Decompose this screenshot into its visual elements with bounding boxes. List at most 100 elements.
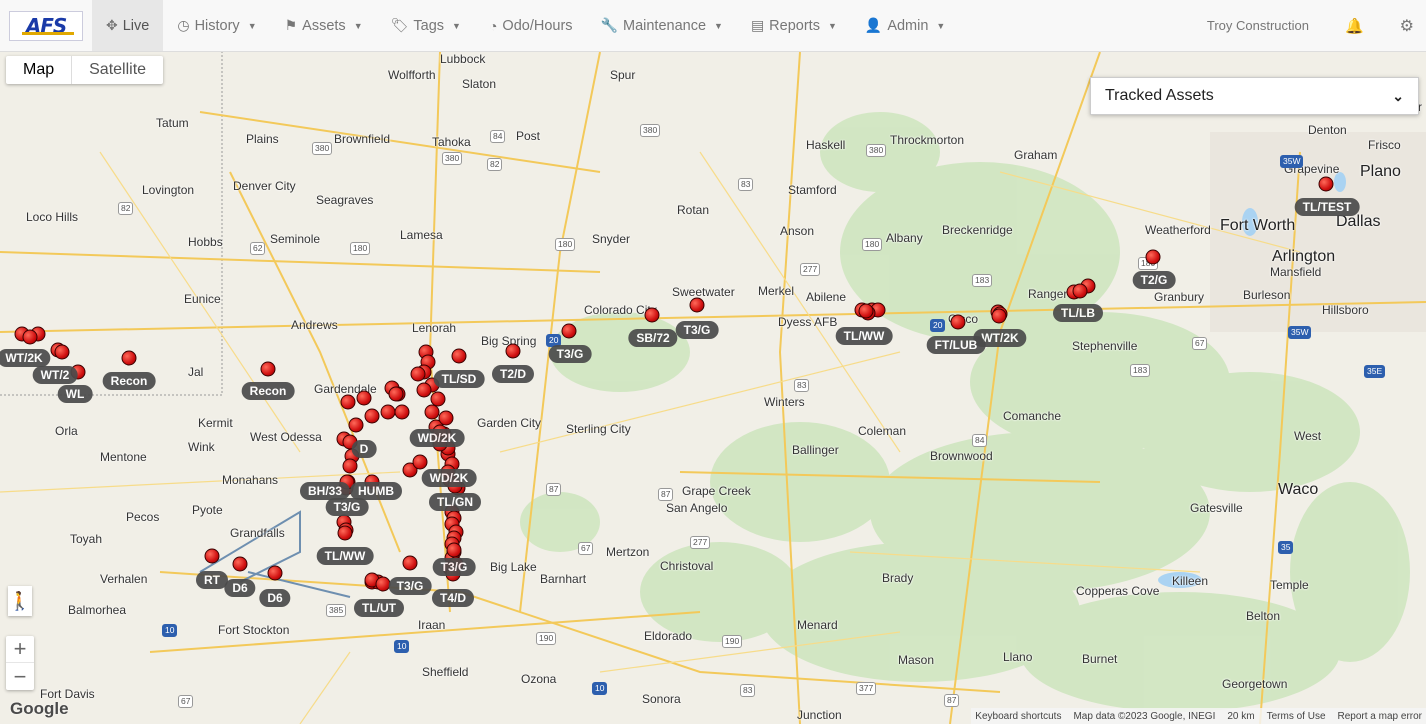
place-label: Eunice: [184, 292, 221, 306]
nav-reports[interactable]: ▤ Reports ▼: [737, 0, 851, 51]
asset-label[interactable]: T3/G: [675, 321, 719, 339]
asset-label[interactable]: WL: [57, 385, 93, 403]
asset-label[interactable]: WT/2: [32, 366, 78, 384]
report-error-link[interactable]: Report a map error: [1338, 711, 1422, 722]
asset-label[interactable]: WD/2K: [409, 429, 465, 447]
place-label: Stephenville: [1072, 339, 1138, 353]
asset-label[interactable]: TL/TEST: [1294, 198, 1360, 216]
asset-marker[interactable]: [424, 404, 440, 420]
highway-shield: 10: [592, 682, 608, 695]
place-label: Loco Hills: [26, 210, 79, 224]
asset-label[interactable]: TL/LB: [1053, 304, 1103, 322]
asset-marker[interactable]: [380, 404, 396, 420]
asset-marker[interactable]: [204, 548, 220, 564]
highway-shield: 67: [578, 542, 594, 555]
asset-label[interactable]: SB/72: [628, 329, 678, 347]
asset-marker[interactable]: [950, 314, 966, 330]
highway-shield: 183: [972, 274, 993, 287]
asset-label[interactable]: FT/LUB: [926, 336, 986, 354]
zoom-out-button[interactable]: −: [6, 663, 34, 690]
asset-label[interactable]: T3/G: [325, 498, 369, 516]
map-type-map[interactable]: Map: [6, 56, 73, 84]
asset-marker[interactable]: [451, 348, 467, 364]
asset-marker[interactable]: [412, 454, 428, 470]
nav-live[interactable]: ✥ Live: [92, 0, 164, 51]
asset-label[interactable]: D: [351, 440, 377, 458]
highway-shield: 82: [118, 202, 134, 215]
asset-marker[interactable]: [446, 542, 462, 558]
gear-icon[interactable]: ⚙: [1378, 16, 1426, 36]
tracked-assets-dropdown[interactable]: Tracked Assets ⌄: [1090, 77, 1419, 115]
place-label: Seminole: [270, 232, 321, 246]
asset-marker[interactable]: [1145, 249, 1161, 265]
highway-shield: 380: [866, 144, 887, 157]
zoom-in-button[interactable]: +: [6, 636, 34, 663]
asset-marker[interactable]: [342, 458, 358, 474]
asset-marker[interactable]: [340, 394, 356, 410]
nav-maintenance[interactable]: 🔧 Maintenance ▼: [587, 0, 737, 51]
asset-label[interactable]: T3/G: [388, 577, 432, 595]
nav-odo-hours[interactable]: ◔ Odo/Hours: [475, 0, 587, 51]
asset-marker[interactable]: [991, 308, 1007, 324]
asset-label[interactable]: TL/UT: [354, 599, 404, 617]
asset-label[interactable]: T2/G: [1132, 271, 1176, 289]
asset-marker[interactable]: [402, 555, 418, 571]
asset-label[interactable]: T3/G: [432, 558, 476, 576]
asset-marker[interactable]: [260, 361, 276, 377]
asset-marker[interactable]: [1072, 283, 1088, 299]
asset-label[interactable]: T4/D: [431, 589, 475, 607]
asset-label[interactable]: WD/2K: [421, 469, 477, 487]
asset-marker[interactable]: [364, 408, 380, 424]
asset-label[interactable]: T3/G: [548, 345, 592, 363]
asset-marker[interactable]: [388, 386, 404, 402]
map-canvas[interactable]: Lubbock Wolfforth Slaton Spur Tatum Plains Bro…: [0, 52, 1426, 724]
keyboard-shortcuts-link[interactable]: Keyboard shortcuts: [975, 711, 1061, 722]
map-type-satellite[interactable]: Satellite: [72, 56, 163, 84]
nav-history[interactable]: ◷ History ▼: [163, 0, 270, 51]
highway-shield: 83: [738, 178, 754, 191]
asset-marker[interactable]: [644, 307, 660, 323]
asset-marker[interactable]: [121, 350, 137, 366]
pegman-icon[interactable]: 🚶: [8, 586, 32, 616]
asset-marker[interactable]: [267, 565, 283, 581]
asset-marker[interactable]: [356, 390, 372, 406]
asset-marker[interactable]: [1318, 176, 1334, 192]
logo-badge: AFS: [9, 11, 83, 41]
nav-admin[interactable]: 👤 Admin ▼: [851, 0, 959, 51]
asset-marker[interactable]: [505, 343, 521, 359]
highway-shield: 83: [740, 684, 756, 697]
asset-marker[interactable]: [232, 556, 248, 572]
asset-marker[interactable]: [337, 525, 353, 541]
afs-logo[interactable]: AFS: [0, 0, 92, 52]
asset-marker[interactable]: [438, 410, 454, 426]
asset-label[interactable]: WT/2K: [0, 349, 51, 367]
place-label: Slaton: [462, 77, 497, 91]
asset-marker[interactable]: [561, 323, 577, 339]
asset-label[interactable]: D6: [224, 579, 256, 597]
asset-label[interactable]: TL/WW: [316, 547, 374, 565]
asset-marker[interactable]: [394, 404, 410, 420]
place-label: Mertzon: [606, 545, 650, 559]
bell-icon[interactable]: 🔔: [1331, 17, 1378, 35]
asset-label[interactable]: TL/SD: [433, 370, 485, 388]
asset-marker[interactable]: [22, 329, 38, 345]
nav-assets[interactable]: ⚑ Assets ▼: [271, 0, 377, 51]
asset-marker[interactable]: [858, 303, 874, 319]
asset-label[interactable]: RT: [196, 571, 228, 589]
asset-label[interactable]: T2/D: [491, 365, 535, 383]
asset-label[interactable]: D6: [259, 589, 291, 607]
asset-marker[interactable]: [416, 382, 432, 398]
place-label: Iraan: [418, 618, 446, 632]
asset-marker[interactable]: [689, 297, 705, 313]
asset-label[interactable]: TL/GN: [429, 493, 481, 511]
asset-marker[interactable]: [410, 366, 426, 382]
terms-link[interactable]: Terms of Use: [1267, 711, 1326, 722]
asset-label[interactable]: Recon: [241, 382, 295, 400]
scale-bar[interactable]: 20 km: [1227, 711, 1254, 722]
company-name[interactable]: Troy Construction: [1185, 18, 1331, 33]
asset-marker[interactable]: [348, 417, 364, 433]
asset-label[interactable]: TL/WW: [835, 327, 893, 345]
nav-tags[interactable]: 🏷 Tags ▼: [377, 0, 475, 51]
asset-marker[interactable]: [54, 344, 70, 360]
asset-label[interactable]: Recon: [102, 372, 156, 390]
